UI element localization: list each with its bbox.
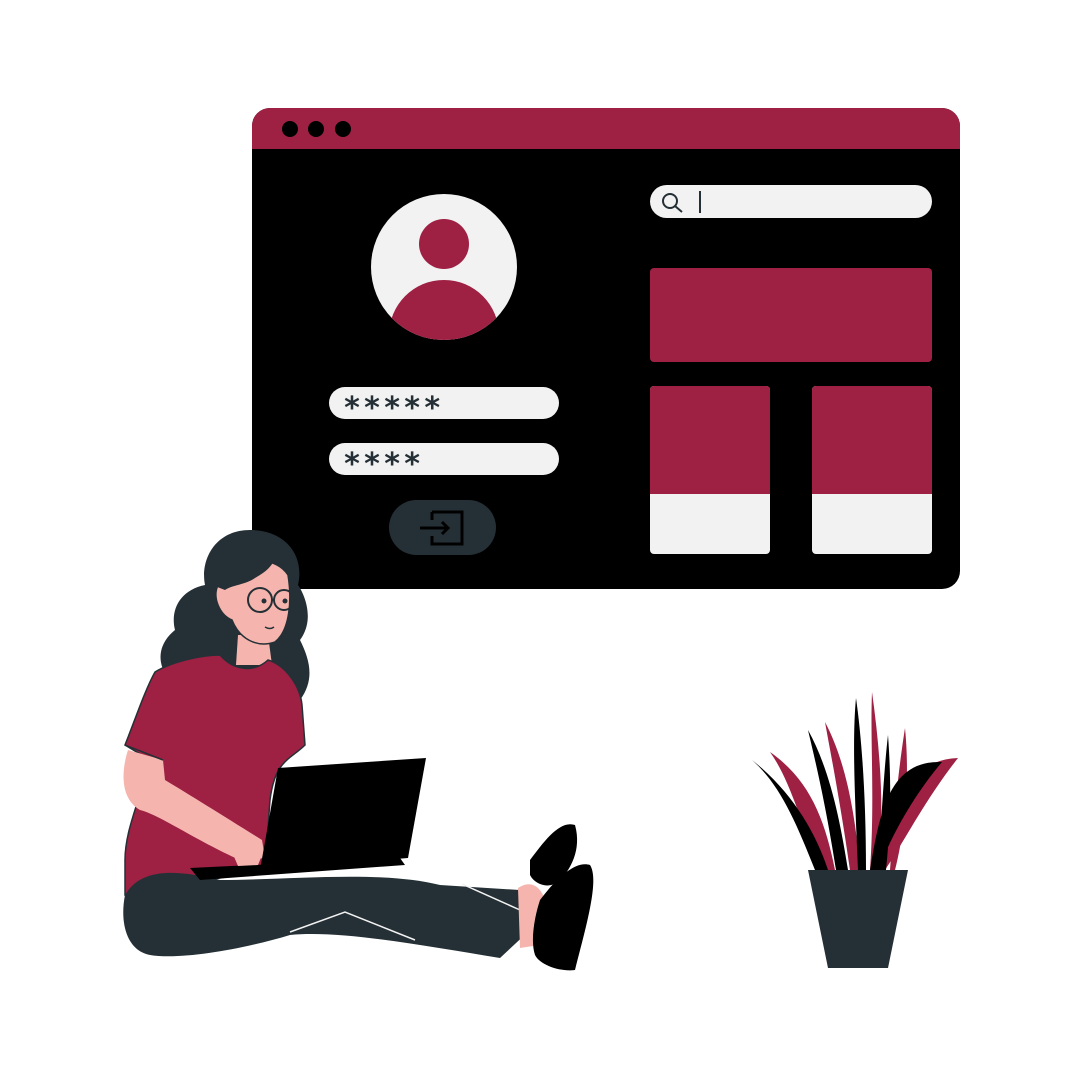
woman-illustration xyxy=(123,530,594,971)
plant-illustration xyxy=(752,692,958,968)
illustration xyxy=(123,530,958,971)
